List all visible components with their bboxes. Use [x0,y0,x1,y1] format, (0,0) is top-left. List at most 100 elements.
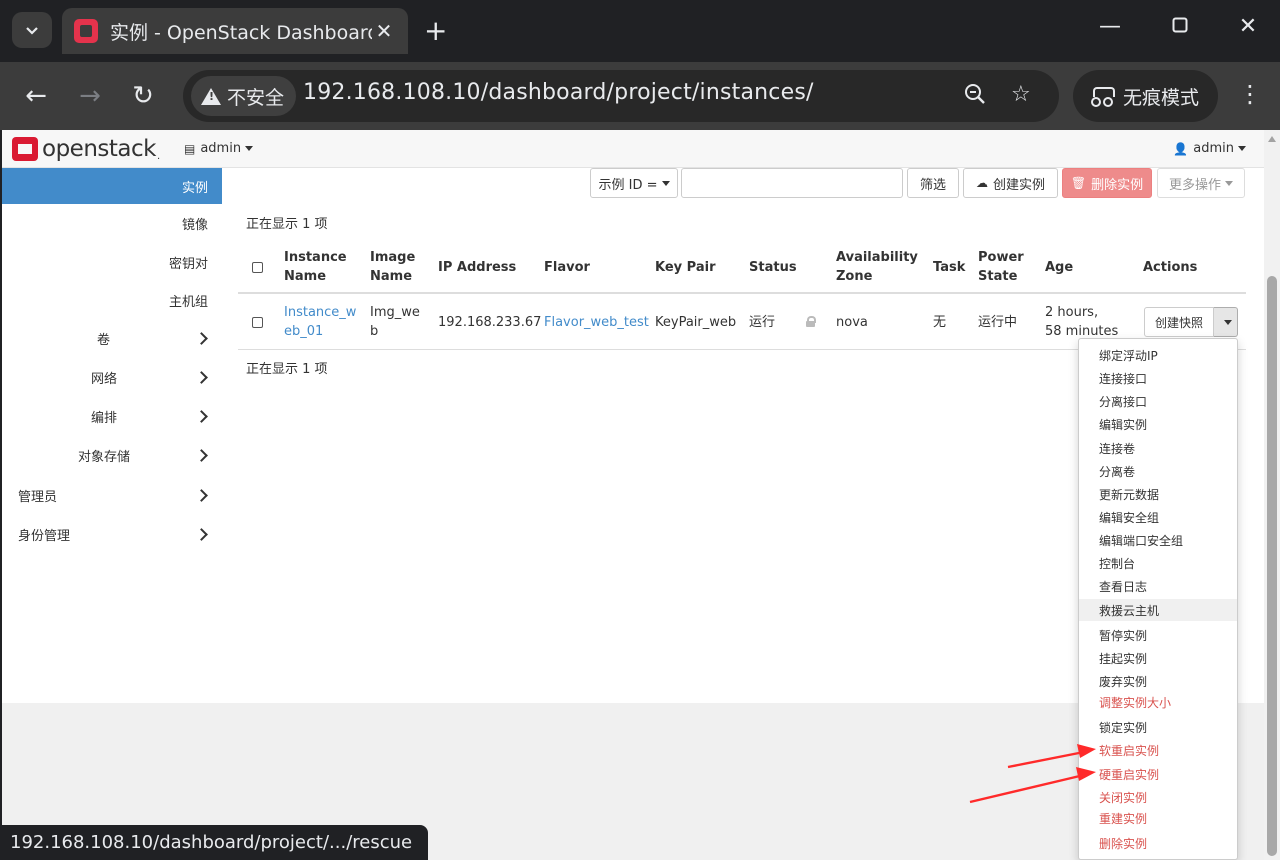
warning-icon [201,87,221,105]
menu-lock-instance[interactable]: 锁定实例 [1079,716,1237,738]
caret-down-icon [1238,146,1246,151]
trash-icon: 🗑 [1070,176,1087,190]
page-scrollbar[interactable] [1264,130,1280,860]
chevron-right-icon [195,409,208,423]
incognito-button[interactable]: 无痕模式 [1073,70,1218,122]
sidebar-group-identity[interactable]: 身份管理 [2,516,222,552]
sidebar-group-orchestration[interactable]: 编排 [2,398,222,434]
menu-edit-port-security-groups[interactable]: 编辑端口安全组 [1079,529,1237,551]
menu-suspend-instance[interactable]: 挂起实例 [1079,647,1237,669]
instance-name-link[interactable]: Instance_w eb_01 [284,294,356,350]
col-power-state[interactable]: Power State [978,240,1024,294]
menu-associate-floating-ip[interactable]: 绑定浮动IP [1079,344,1237,366]
create-snapshot-button[interactable]: 创建快照 [1144,307,1214,337]
select-all-cell[interactable] [252,240,263,294]
menu-soft-reboot-instance[interactable]: 软重启实例 [1079,739,1237,761]
cloud-upload-icon: ☁ [975,176,988,190]
reload-icon[interactable]: ↻ [127,80,159,112]
row-actions-toggle[interactable] [1214,307,1238,337]
menu-detach-interface[interactable]: 分离接口 [1079,390,1237,412]
menu-shelve-instance[interactable]: 废弃实例 [1079,670,1237,692]
menu-rescue-instance[interactable]: 救援云主机 [1079,599,1237,621]
user-menu[interactable]: 👤 admin [1173,141,1246,156]
col-task[interactable]: Task [933,240,965,294]
sidebar-group-admin[interactable]: 管理员 [2,477,222,513]
col-key-pair[interactable]: Key Pair [655,240,715,294]
sidebar-group-network[interactable]: 网络 [2,359,222,395]
col-availability-zone[interactable]: Availability Zone [836,240,918,294]
more-actions-button[interactable]: 更多操作 [1157,168,1245,198]
address-bar[interactable]: 不安全 192.168.108.10/dashboard/project/ins… [183,70,1059,122]
menu-resize-instance[interactable]: 调整实例大小 [1079,691,1237,713]
bookmark-star-icon[interactable]: ☆ [1011,82,1031,107]
back-arrow-icon[interactable]: ← [20,80,52,112]
user-name: admin [1193,141,1234,156]
menu-console[interactable]: 控制台 [1079,552,1237,574]
sidebar-group-volumes[interactable]: 卷 [2,320,222,356]
browser-tabstrip: 实例 - OpenStack Dashboard ✕ + — ✕ [0,0,1280,62]
tab-close-icon[interactable]: ✕ [372,19,396,43]
flavor-link[interactable]: Flavor_web_test [544,294,649,350]
zoom-icon[interactable] [963,82,987,112]
sidebar-group-label: 卷 [97,332,111,348]
delete-instances-button[interactable]: 🗑 删除实例 [1062,168,1152,198]
openstack-navbar: openstack . ▤ admin 👤 admin [2,130,1264,168]
menu-detach-volume[interactable]: 分离卷 [1079,460,1237,482]
browser-tab-active[interactable]: 实例 - OpenStack Dashboard ✕ [62,8,408,54]
menu-update-metadata[interactable]: 更新元数据 [1079,483,1237,505]
scrollbar-thumb[interactable] [1267,276,1277,856]
keypair-cell: KeyPair_web [655,314,737,330]
sidebar-group-object-store[interactable]: 对象存储 [2,437,222,473]
maximize-icon[interactable] [1160,14,1200,39]
sidebar-item-keypairs[interactable]: 密钥对 [169,244,208,280]
menu-delete-instance[interactable]: 删除实例 [1079,832,1237,854]
menu-attach-interface[interactable]: 连接接口 [1079,367,1237,389]
select-all-checkbox[interactable] [252,261,263,273]
col-status[interactable]: Status [749,240,797,294]
col-ip-address[interactable]: IP Address [438,240,516,294]
sidebar-item-instances[interactable]: 实例 [2,168,222,204]
tab-search-button[interactable] [12,12,52,48]
scroll-up-arrow-icon[interactable] [1268,136,1276,142]
status-cell: 运行 [749,314,776,330]
menu-view-log[interactable]: 查看日志 [1079,575,1237,597]
url-text[interactable]: 192.168.108.10/dashboard/project/instanc… [303,80,814,105]
col-instance-name[interactable]: Instance Name [284,240,347,294]
col-flavor[interactable]: Flavor [544,240,590,294]
menu-edit-instance[interactable]: 编辑实例 [1079,413,1237,435]
project-selector[interactable]: ▤ admin [184,141,254,156]
new-tab-icon[interactable]: + [424,14,447,47]
col-age[interactable]: Age [1045,240,1073,294]
col-image-name[interactable]: Image Name [370,240,415,294]
filter-button[interactable]: 筛选 [907,168,959,198]
ip-address-cell: 192.168.233.67 [438,314,542,330]
row-checkbox[interactable] [252,316,263,328]
menu-shut-off-instance[interactable]: 关闭实例 [1079,786,1237,808]
az-cell: nova [836,314,868,330]
minimize-icon[interactable]: — [1090,14,1130,39]
delete-instances-label: 删除实例 [1091,177,1144,193]
menu-hard-reboot-instance[interactable]: 硬重启实例 [1079,763,1237,785]
browser-menu-icon[interactable]: ⋮ [1238,80,1262,108]
openstack-logo[interactable]: openstack . [12,136,160,162]
maximize-square-icon [1172,17,1188,33]
menu-rebuild-instance[interactable]: 重建实例 [1079,807,1237,829]
sidebar-item-images[interactable]: 镜像 [182,205,208,241]
filter-field-select[interactable]: 示例 ID = [590,168,678,198]
incognito-icon [1091,87,1115,107]
site-info-chip[interactable]: 不安全 [191,76,297,116]
menu-pause-instance[interactable]: 暂停实例 [1079,624,1237,646]
menu-edit-security-groups[interactable]: 编辑安全组 [1079,506,1237,528]
filter-input[interactable] [681,168,903,198]
browser-toolbar: ← → ↻ 不安全 192.168.108.10/dashboard/proje… [0,62,1280,130]
chevron-right-icon [195,488,208,502]
chevron-right-icon [195,370,208,384]
chevron-right-icon [195,527,208,541]
window-close-icon[interactable]: ✕ [1228,14,1268,39]
forward-arrow-icon[interactable]: → [74,80,106,112]
row-select-cell[interactable] [252,294,263,350]
menu-attach-volume[interactable]: 连接卷 [1079,437,1237,459]
sidebar-item-server-groups[interactable]: 主机组 [169,282,208,318]
create-instance-button[interactable]: ☁ 创建实例 [963,168,1058,198]
item-count-top: 正在显示 1 项 [246,217,328,232]
